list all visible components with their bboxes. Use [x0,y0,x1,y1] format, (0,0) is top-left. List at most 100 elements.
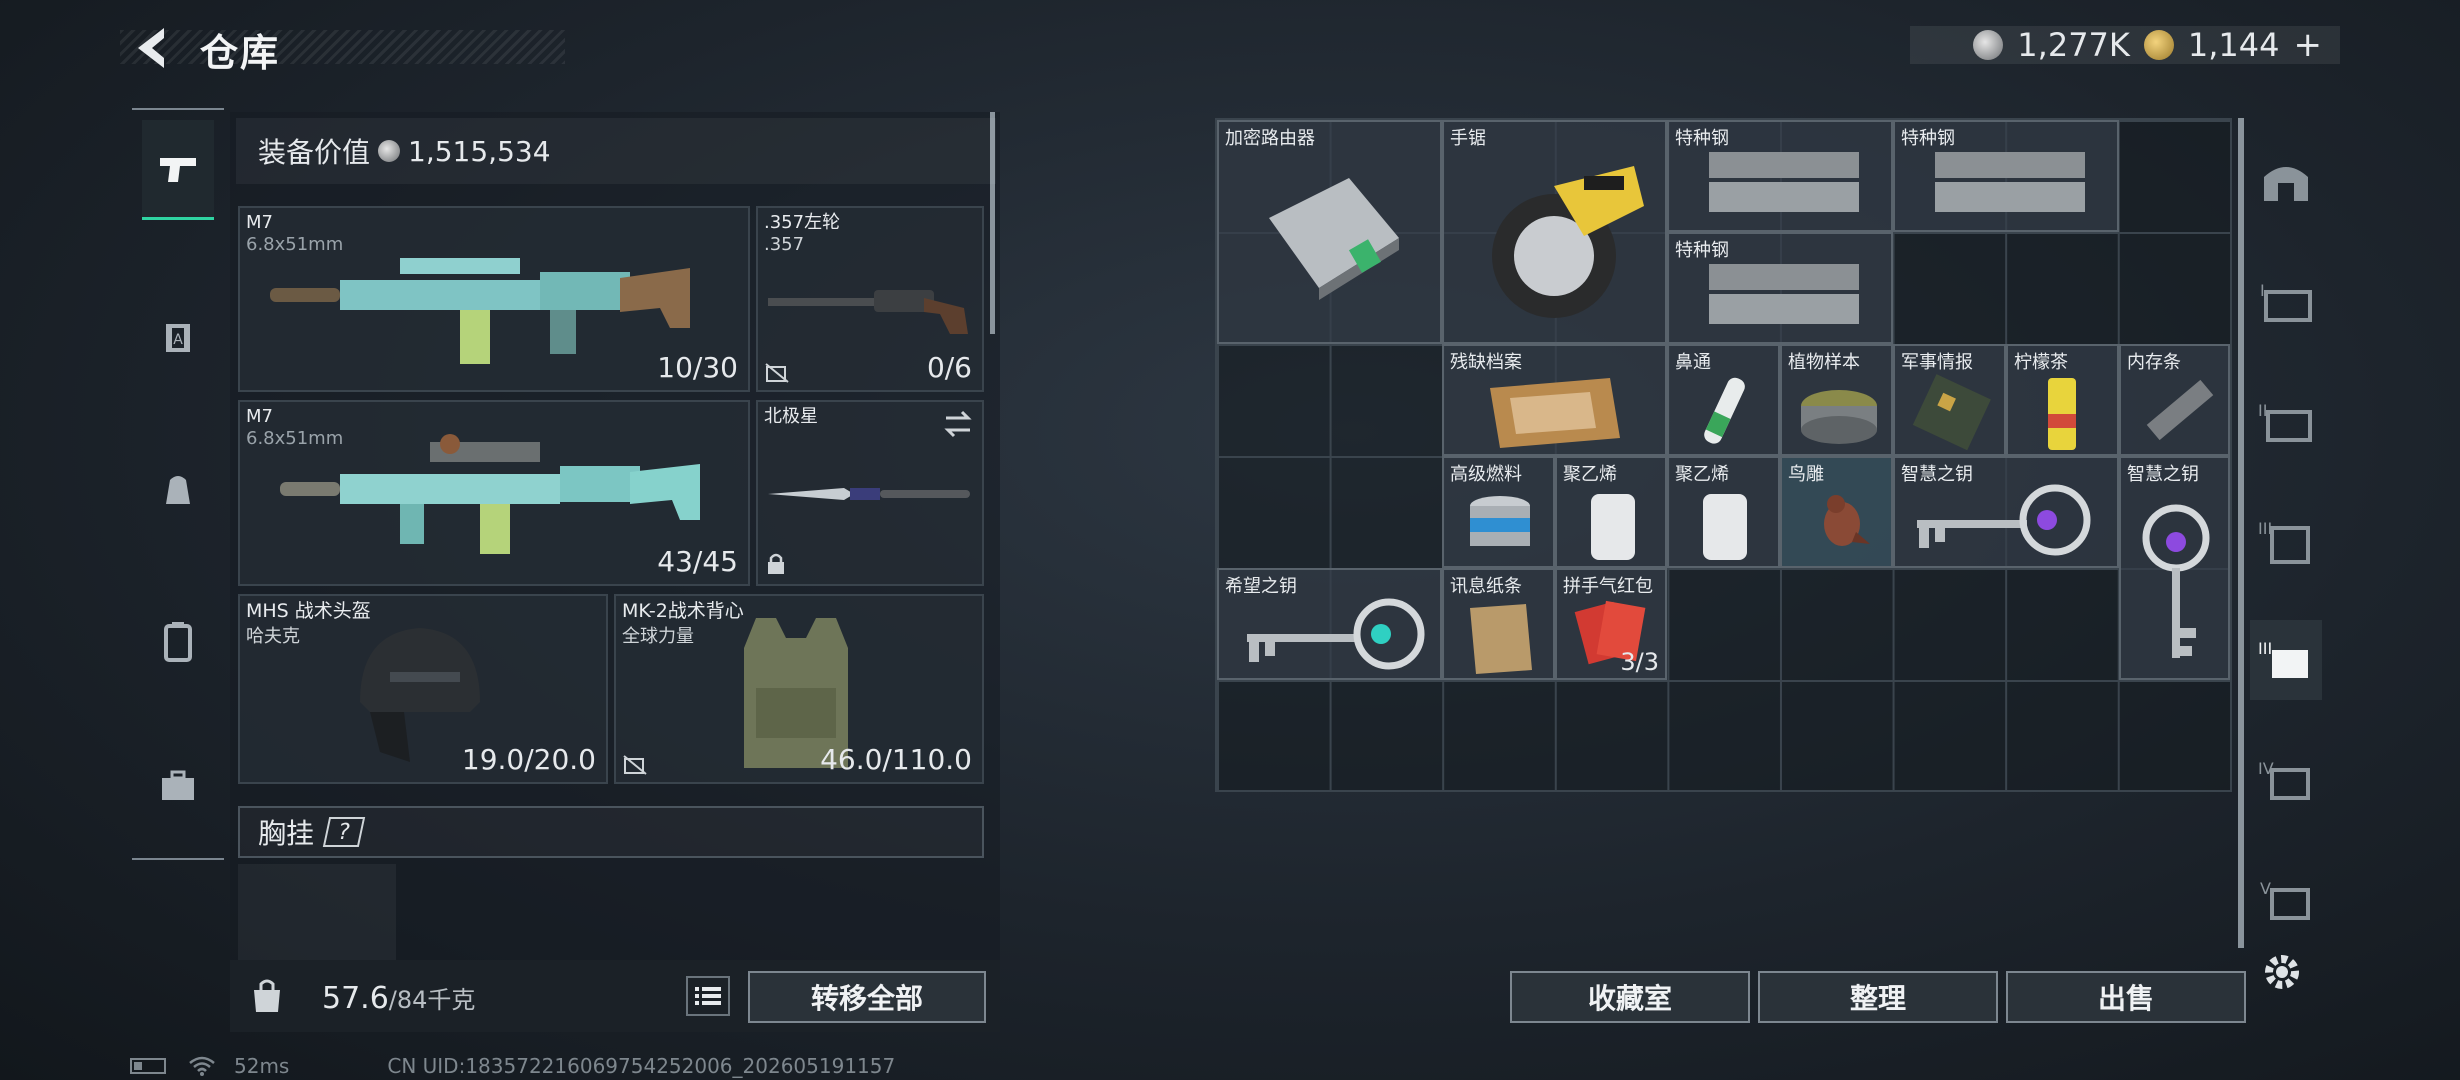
wifi-icon [189,1056,215,1076]
settings-gear-icon[interactable] [2262,952,2302,992]
weight-current: 57.6 [322,981,389,1016]
fuel-can-image [1470,496,1530,546]
key-image [1917,484,2091,556]
currency-bar: 1,277K 1,144 + [1910,25,2340,65]
key-image [2142,504,2210,658]
stash-item-wisdom-key[interactable]: 智慧之钥 [2119,456,2230,680]
armor-icon: A [166,324,190,352]
stash-box-icon: IV [2258,759,2310,800]
page-title: 仓库 [200,31,281,75]
broken-icon [765,363,789,383]
stash-item-hope-key[interactable]: 希望之钥 [1217,568,1442,680]
ram-image [2146,379,2214,441]
stash-item-lemon-tea[interactable]: 柠檬茶 [2006,344,2119,456]
stash-item-military-intel[interactable]: 军事情报 [1893,344,2006,456]
silver-amount: 1,277K [2017,26,2130,64]
collection-room-button[interactable]: 收藏室 [1510,971,1750,1023]
vest-slot[interactable]: MK-2战术背心 全球力量 46.0/110.0 [614,594,984,784]
stash-item-plant-sample[interactable]: 植物样本 [1780,344,1893,456]
tab-backpack[interactable] [142,440,214,540]
stash-item-bird-statue[interactable]: 鸟雕 [1780,456,1893,568]
stash-item-special-steel[interactable]: 特种钢 [1893,120,2119,232]
stash-box-icon: V [2260,879,2310,920]
stash-item-polyethylene[interactable]: 聚乙烯 [1555,456,1667,568]
spool-image [1703,494,1747,560]
tab-stash-6[interactable]: V [2250,860,2322,940]
equipment-value-amount: 1,515,534 [408,134,551,168]
rifle-image [270,258,690,364]
list-icon [695,987,721,1005]
list-view-button[interactable] [686,976,730,1016]
tab-stash-4[interactable]: III [2250,620,2322,700]
help-button[interactable]: ? [322,817,366,847]
slot-name: .357左轮 [764,212,841,233]
item-name: 高级燃料 [1450,464,1522,485]
item-name: 智慧之钥 [2127,464,2199,485]
item-name: 鼻通 [1675,352,1711,373]
slot-name: MK-2战术背心 [622,600,744,622]
tab-stash-2[interactable]: II [2250,380,2322,460]
tab-stash-1[interactable]: I [2250,260,2322,340]
stack-count: 3/3 [1620,648,1659,676]
durability: 19.0/20.0 [461,743,596,776]
steel-ingot-image [1935,152,2085,212]
chest-rig-header: 胸挂 ? [238,806,984,858]
helmet-slot[interactable]: MHS 战术头盔 哈夫克 19.0/20.0 [238,594,608,784]
swap-icon[interactable] [942,410,974,438]
stash-item-hand-saw[interactable]: 手锯 [1442,120,1667,344]
tab-case[interactable] [142,736,214,836]
item-name: 讯息纸条 [1450,576,1522,597]
steel-ingot-image [1709,152,1859,212]
item-name: 军事情报 [1901,352,1973,373]
ping-text: 52ms [234,1054,290,1078]
weight-bag-icon [254,979,280,1012]
slot-brand: 全球力量 [622,626,694,647]
tab-container[interactable] [142,592,214,692]
primary-weapon-slot[interactable]: M7 6.8x51mm 10/30 [238,206,750,392]
item-name: 鸟雕 [1788,464,1824,485]
stash-scrollbar[interactable] [2238,118,2244,948]
add-currency-button[interactable]: + [2294,25,2323,65]
stash-item-special-steel[interactable]: 特种钢 [1667,120,1893,232]
svg-text:A: A [173,332,183,348]
header-stripe [120,30,565,64]
tab-stash-5[interactable]: IV [2250,740,2322,820]
secondary-weapon-slot[interactable]: M7 6.8x51mm 43/45 [238,400,750,586]
plant-sample-image [1801,390,1877,444]
stash-item-memory-stick[interactable]: 内存条 [2119,344,2230,456]
stash-box-icon: I [2260,281,2312,322]
stash-item-damaged-file[interactable]: 残缺档案 [1442,344,1667,456]
stash-item-message-note[interactable]: 讯息纸条 [1442,568,1555,680]
stash-item-wisdom-key[interactable]: 智慧之钥 [1893,456,2119,568]
item-name: 拼手气红包 [1563,576,1653,597]
stash-item-encrypted-router[interactable]: 加密路由器 [1217,120,1442,344]
sell-button[interactable]: 出售 [2006,971,2246,1023]
slot-brand: 哈夫克 [246,626,300,647]
item-name: 聚乙烯 [1563,464,1617,485]
chest-rig-slot[interactable] [238,864,396,964]
melee-slot[interactable]: 北极星 [756,400,984,586]
back-arrow-icon[interactable] [130,22,178,74]
tab-stash-3[interactable]: III [2250,500,2322,580]
stash-item-polyethylene[interactable]: 聚乙烯 [1667,456,1780,568]
pistol-icon [160,157,196,182]
lock-icon [768,553,784,574]
chest-rig-label: 胸挂 [258,817,315,850]
stash-item-nasal-inhaler[interactable]: 鼻通 [1667,344,1780,456]
gold-coin-icon [2143,30,2174,60]
tab-weapons[interactable] [142,120,214,220]
briefcase-icon [162,770,194,800]
tab-home[interactable] [2250,140,2322,220]
knife-image [768,488,970,500]
sidearm-slot[interactable]: .357左轮 .357 0/6 [756,206,984,392]
stash-item-premium-fuel[interactable]: 高级燃料 [1442,456,1555,568]
saw-image [1492,166,1644,318]
weight-max: /84千克 [388,986,476,1014]
ammo-count: 0/6 [926,351,972,384]
transfer-all-button[interactable]: 转移全部 [748,971,986,1023]
stash-item-special-steel[interactable]: 特种钢 [1667,232,1893,344]
stash-item-lucky-red-envelope[interactable]: 拼手气红包 3/3 [1555,568,1667,680]
file-image [1490,378,1620,448]
sort-button[interactable]: 整理 [1758,971,1998,1023]
tab-helmet[interactable]: A [142,288,214,388]
